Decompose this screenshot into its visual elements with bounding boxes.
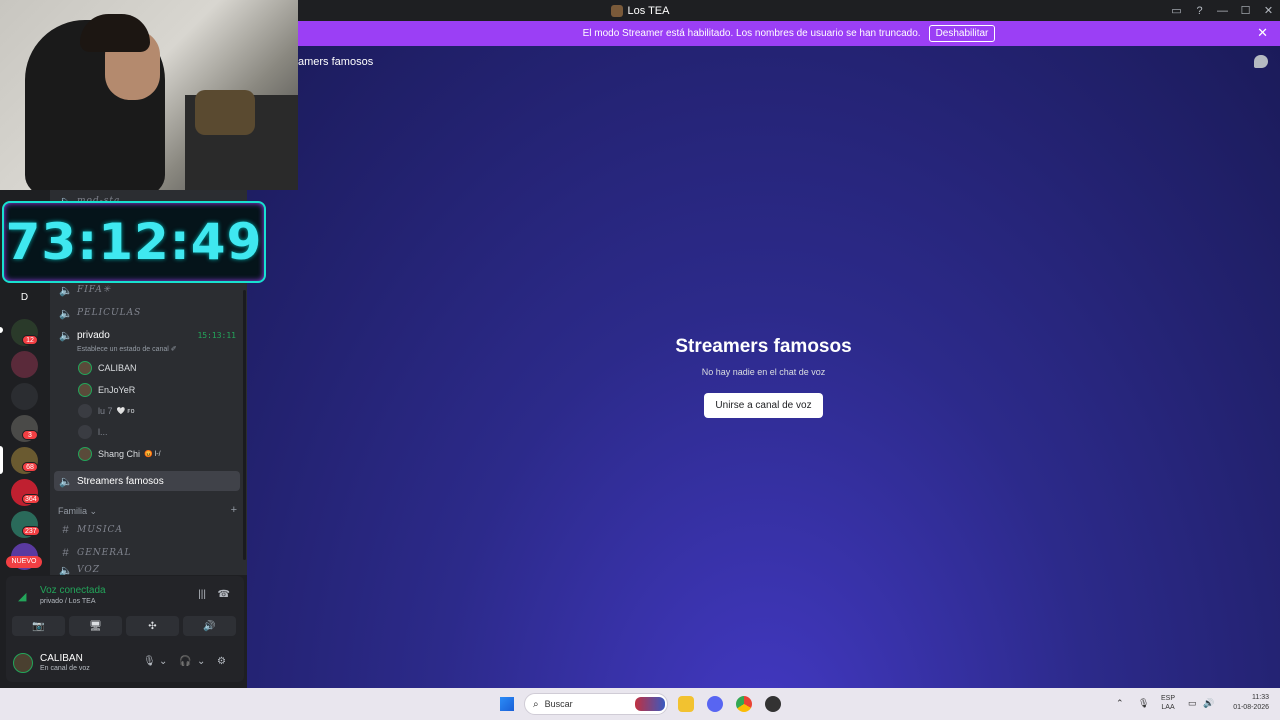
- speaker-icon: 🔈: [59, 565, 73, 575]
- headphones-icon[interactable]: 🎧: [179, 656, 191, 667]
- avatar: [78, 447, 92, 461]
- subathon-timer: 73:12:49: [5, 213, 263, 271]
- webcam-hair: [80, 14, 150, 52]
- app-icon[interactable]: [765, 696, 781, 712]
- voice-channel-view: amers famosos Streamers famosos No hay n…: [247, 46, 1280, 688]
- channel-item-musica[interactable]: # MUSICA: [54, 520, 240, 540]
- speaker-icon: 🔈: [59, 475, 73, 488]
- mention-badge: 68: [22, 462, 38, 472]
- server-icon[interactable]: [11, 351, 38, 378]
- speaker-icon: 🔈: [59, 284, 73, 297]
- gear-icon[interactable]: ⚙: [217, 656, 226, 667]
- taskbar-clock[interactable]: 11:33 01-08-2026: [1225, 693, 1269, 713]
- microphone-icon[interactable]: 🎙: [143, 656, 156, 667]
- mention-badge: 12: [22, 335, 38, 345]
- noise-suppression-icon[interactable]: |||: [198, 589, 206, 600]
- voice-member[interactable]: l...: [78, 423, 108, 441]
- empty-voice-message: No hay nadie en el chat de voz: [701, 367, 826, 377]
- close-icon[interactable]: ✕: [1257, 25, 1268, 41]
- camera-button[interactable]: 📷: [12, 616, 65, 636]
- microphone-icon[interactable]: 🎙: [1138, 698, 1149, 709]
- window-title: Los TEA: [627, 4, 670, 17]
- server-icon: [610, 4, 623, 17]
- search-highlight-image: [635, 697, 665, 711]
- unread-indicator: [0, 327, 3, 333]
- channel-header-title: amers famosos: [298, 56, 374, 68]
- direct-messages-button[interactable]: D: [11, 288, 38, 308]
- channel-status-prompt[interactable]: Establece un estado de canal ✐: [77, 345, 177, 353]
- channel-list-scrollbar[interactable]: [243, 290, 246, 560]
- channel-item-streamers-famosos[interactable]: 🔈 Streamers famosos: [54, 471, 240, 491]
- inbox-icon[interactable]: ▭: [1165, 4, 1188, 17]
- maximize-button[interactable]: ☐: [1234, 4, 1257, 17]
- voice-member[interactable]: EnJoYeR: [78, 381, 135, 399]
- channel-item-general[interactable]: # GENERAL: [54, 543, 240, 563]
- voice-member[interactable]: Shang Chi 😡 l-/: [78, 445, 161, 463]
- avatar: [78, 361, 92, 375]
- activities-button[interactable]: ✣: [126, 616, 179, 636]
- channel-item-fifa[interactable]: 🔈 FIFA✳: [54, 280, 240, 300]
- discord-icon[interactable]: [707, 696, 723, 712]
- speaker-icon: 🔈: [59, 329, 73, 342]
- soundboard-button[interactable]: 🔊: [183, 616, 236, 636]
- mention-badge: 237: [22, 526, 40, 536]
- chevron-up-icon[interactable]: ⌃: [1116, 698, 1124, 709]
- user-panel: CALIBAN En canal de voz 🎙 ⌄ 🎧 ⌄ ⚙: [6, 644, 244, 682]
- file-explorer-icon[interactable]: [678, 696, 694, 712]
- avatar: [78, 383, 92, 397]
- screen-share-button[interactable]: 🖥: [69, 616, 122, 636]
- voice-channel-title: Streamers famosos: [675, 336, 852, 357]
- webcam-overlay: [0, 0, 298, 190]
- selected-indicator: [0, 446, 3, 474]
- avatar: [78, 425, 92, 439]
- signal-icon[interactable]: ◢: [18, 590, 30, 603]
- chevron-down-icon[interactable]: ⌄: [159, 656, 167, 667]
- mention-badge: 364: [22, 494, 40, 504]
- add-channel-icon[interactable]: +: [231, 504, 237, 516]
- hashtag-icon: #: [62, 547, 69, 559]
- server-icon[interactable]: [11, 383, 38, 410]
- help-icon[interactable]: ?: [1188, 5, 1211, 17]
- mention-badge: 3: [22, 430, 38, 440]
- username[interactable]: CALIBAN: [40, 653, 83, 664]
- voice-actions: 📷 🖥 ✣ 🔊: [12, 616, 236, 636]
- voice-connected-panel: ◢ Voz conectada privado / Los TEA ||| ☎ …: [6, 576, 244, 644]
- voice-connected-title[interactable]: Voz conectada: [40, 585, 106, 596]
- close-window-button[interactable]: ✕: [1257, 4, 1280, 17]
- window-controls: ▭ ? — ☐ ✕: [1165, 0, 1280, 21]
- disconnect-icon[interactable]: ☎: [218, 589, 230, 600]
- empty-voice-panel: Streamers famosos No hay nadie en el cha…: [247, 336, 1280, 418]
- channel-item-peliculas[interactable]: 🔈 PELICULAS: [54, 303, 240, 323]
- webcam-figure: [195, 90, 255, 135]
- network-icon[interactable]: ▭: [1188, 698, 1197, 709]
- channel-item-voz[interactable]: 🔈 VOZ: [54, 565, 240, 575]
- voice-duration: 15:13:11: [197, 330, 236, 340]
- subathon-timer-overlay: 73:12:49: [2, 201, 266, 283]
- streamer-mode-banner: El modo Streamer está habilitado. Los no…: [298, 21, 1280, 46]
- join-voice-button[interactable]: Unirse a canal de voz: [704, 393, 823, 418]
- chevron-down-icon[interactable]: ⌄: [197, 656, 205, 667]
- chat-bubble-icon[interactable]: [1254, 55, 1268, 68]
- avatar: [78, 404, 92, 418]
- voice-member[interactable]: CALIBAN: [78, 359, 137, 377]
- hashtag-icon: #: [62, 524, 69, 536]
- taskbar: ⌕ Buscar ⌃ 🎙 ESP LAA ▭ 🔊 11:33 01-08-202…: [0, 688, 1280, 720]
- language-indicator[interactable]: ESP LAA: [1161, 694, 1175, 712]
- category-familia[interactable]: Familia ⌄: [58, 506, 97, 517]
- taskbar-search[interactable]: ⌕ Buscar: [524, 693, 668, 715]
- disable-streamer-mode-button[interactable]: Deshabilitar: [928, 25, 996, 42]
- chrome-icon[interactable]: [736, 696, 752, 712]
- banner-message: El modo Streamer está habilitado. Los no…: [582, 28, 921, 39]
- voice-connected-location[interactable]: privado / Los TEA: [40, 598, 96, 605]
- user-status: En canal de voz: [40, 665, 90, 672]
- new-badge: NUEVO: [6, 556, 42, 568]
- volume-icon[interactable]: 🔊: [1203, 698, 1214, 709]
- voice-member[interactable]: lu 7 🤍 ꜰᴏ: [78, 402, 135, 420]
- speaker-icon: 🔈: [59, 307, 73, 320]
- avatar[interactable]: [13, 653, 33, 673]
- windows-start-icon[interactable]: [500, 697, 514, 711]
- minimize-button[interactable]: —: [1211, 5, 1234, 17]
- search-icon: ⌕: [533, 698, 539, 710]
- channel-item-privado[interactable]: 🔈 privado 15:13:11: [54, 325, 240, 345]
